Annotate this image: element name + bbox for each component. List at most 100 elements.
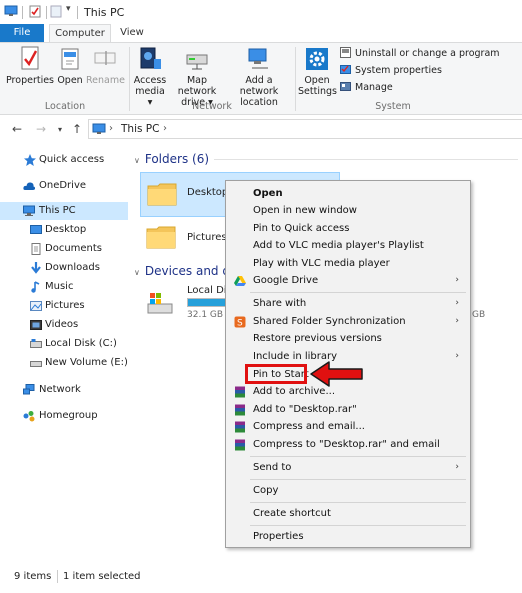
drive-free-space-partial: GB (472, 310, 486, 320)
ribbon-separator (129, 47, 130, 111)
status-separator (57, 570, 58, 583)
open-button[interactable]: Open (55, 45, 85, 86)
menu-item-add-to-rar[interactable]: Add to "Desktop.rar" (227, 401, 469, 418)
map-network-drive-icon (184, 45, 210, 73)
menu-item-send-to[interactable]: Send to › (227, 459, 469, 476)
menu-separator (250, 502, 466, 503)
sidebar-item-this-pc[interactable]: This PC (0, 202, 128, 220)
menu-item-create-shortcut[interactable]: Create shortcut (227, 505, 469, 522)
folder-icon (146, 226, 176, 249)
menu-separator (250, 292, 466, 293)
ribbon-separator (295, 47, 296, 111)
open-settings-button[interactable]: Open Settings (298, 45, 337, 97)
folders-group-header[interactable]: ∨ Folders (6) (134, 152, 209, 166)
menu-item-copy[interactable]: Copy (227, 482, 469, 499)
menu-item-shared-folder-sync[interactable]: S Shared Folder Synchronization › (227, 313, 469, 330)
sidebar-item-videos[interactable]: Videos (0, 316, 128, 334)
system-properties-button[interactable]: System properties (340, 64, 442, 78)
up-icon[interactable]: ↑ (72, 122, 82, 136)
uninstall-program-button[interactable]: Uninstall or change a program (340, 47, 500, 61)
breadcrumb[interactable]: This PC (121, 123, 159, 135)
system-properties-icon (340, 65, 351, 74)
new-folder-quick-icon[interactable] (50, 5, 62, 18)
pictures-icon (30, 301, 42, 311)
sidebar-item-onedrive[interactable]: OneDrive (0, 177, 128, 195)
winrar-icon (235, 404, 245, 416)
properties-button[interactable]: Properties (6, 45, 54, 86)
devices-group-header[interactable]: ∨ Devices and dr (134, 264, 235, 278)
rename-icon (92, 45, 118, 73)
system-properties-label: System properties (355, 65, 442, 76)
sidebar-item-local-disk-c[interactable]: Local Disk (C:) (0, 335, 128, 353)
sidebar-item-network[interactable]: Network (0, 381, 128, 399)
customize-quick-access-icon[interactable]: ▾ (66, 4, 71, 14)
menu-separator (250, 456, 466, 457)
tab-file[interactable]: File (0, 24, 44, 42)
network-icon (23, 384, 35, 395)
computer-icon (23, 205, 35, 216)
videos-icon (30, 320, 42, 330)
menu-item-open[interactable]: Open (227, 185, 469, 202)
sidebar-item-homegroup[interactable]: Homegroup (0, 407, 128, 425)
svg-text:S: S (237, 319, 243, 329)
menu-item-pin-quick-access[interactable]: Pin to Quick access (227, 220, 469, 237)
menu-item-share-with[interactable]: Share with › (227, 295, 469, 312)
rename-label: Rename (86, 75, 125, 86)
tab-view[interactable]: View (114, 24, 150, 43)
sidebar-item-desktop[interactable]: Desktop (0, 221, 128, 239)
network-group-label: Network (192, 101, 232, 112)
back-icon[interactable]: ← (12, 122, 22, 136)
folder-icon (147, 183, 177, 206)
computer-icon (4, 5, 18, 16)
tab-computer[interactable]: Computer (49, 24, 111, 43)
window-title: This PC (84, 6, 125, 19)
access-media-icon (137, 45, 163, 73)
open-settings-label-1: Open (304, 75, 330, 86)
status-selection: 1 item selected (63, 571, 141, 582)
submenu-arrow-icon: › (455, 351, 459, 361)
submenu-arrow-icon: › (455, 298, 459, 308)
forward-icon[interactable]: → (36, 122, 46, 136)
manage-button[interactable]: Manage (340, 81, 393, 95)
menu-separator (250, 479, 466, 480)
open-icon (57, 45, 83, 73)
menu-item-google-drive[interactable]: Google Drive › (227, 272, 469, 289)
menu-item-add-vlc-playlist[interactable]: Add to VLC media player's Playlist (227, 237, 469, 254)
sidebar-item-music[interactable]: Music (0, 278, 128, 296)
add-network-location-button[interactable]: Add a network location (227, 45, 291, 108)
sidebar-item-downloads[interactable]: Downloads (0, 259, 128, 277)
breadcrumb-chevron-icon[interactable]: › (109, 123, 113, 134)
local-disk-icon (30, 339, 42, 348)
sidebar-item-documents[interactable]: Documents (0, 240, 128, 258)
computer-icon (92, 123, 106, 134)
system-group-label: System (375, 101, 411, 112)
drive-icon (30, 361, 42, 367)
access-media-button[interactable]: Access media ▾ (132, 45, 168, 108)
sidebar-item-pictures[interactable]: Pictures (0, 297, 128, 315)
menu-item-compress-rar-email[interactable]: Compress to "Desktop.rar" and email (227, 436, 469, 453)
map-network-drive-button[interactable]: Map network drive ▾ (168, 45, 226, 108)
sidebar-item-quick-access[interactable]: Quick access (0, 151, 128, 169)
folder-label: Desktop (187, 187, 229, 198)
breadcrumb-chevron-icon[interactable]: › (163, 123, 167, 134)
menu-item-restore-previous[interactable]: Restore previous versions (227, 330, 469, 347)
access-media-label-1: Access (133, 75, 167, 86)
menu-item-play-vlc[interactable]: Play with VLC media player (227, 255, 469, 272)
recent-locations-icon[interactable]: ▾ (58, 125, 62, 134)
menu-item-open-new-window[interactable]: Open in new window (227, 202, 469, 219)
open-settings-label-2: Settings (298, 86, 337, 97)
menu-item-compress-email[interactable]: Compress and email... (227, 418, 469, 435)
address-input[interactable]: › This PC › (88, 119, 522, 139)
properties-quick-icon[interactable] (29, 5, 41, 18)
manage-icon (340, 82, 351, 91)
open-label: Open (57, 75, 83, 86)
music-icon (31, 281, 40, 293)
sidebar-item-new-volume-e[interactable]: New Volume (E:) (0, 354, 128, 372)
rename-button[interactable]: Rename (86, 45, 125, 86)
drive-usage-fill (188, 299, 226, 306)
menu-item-properties[interactable]: Properties (227, 528, 469, 545)
submenu-arrow-icon: › (455, 275, 459, 285)
downloads-icon (31, 262, 41, 274)
title-separator (22, 6, 23, 19)
highlight-box (245, 364, 307, 384)
